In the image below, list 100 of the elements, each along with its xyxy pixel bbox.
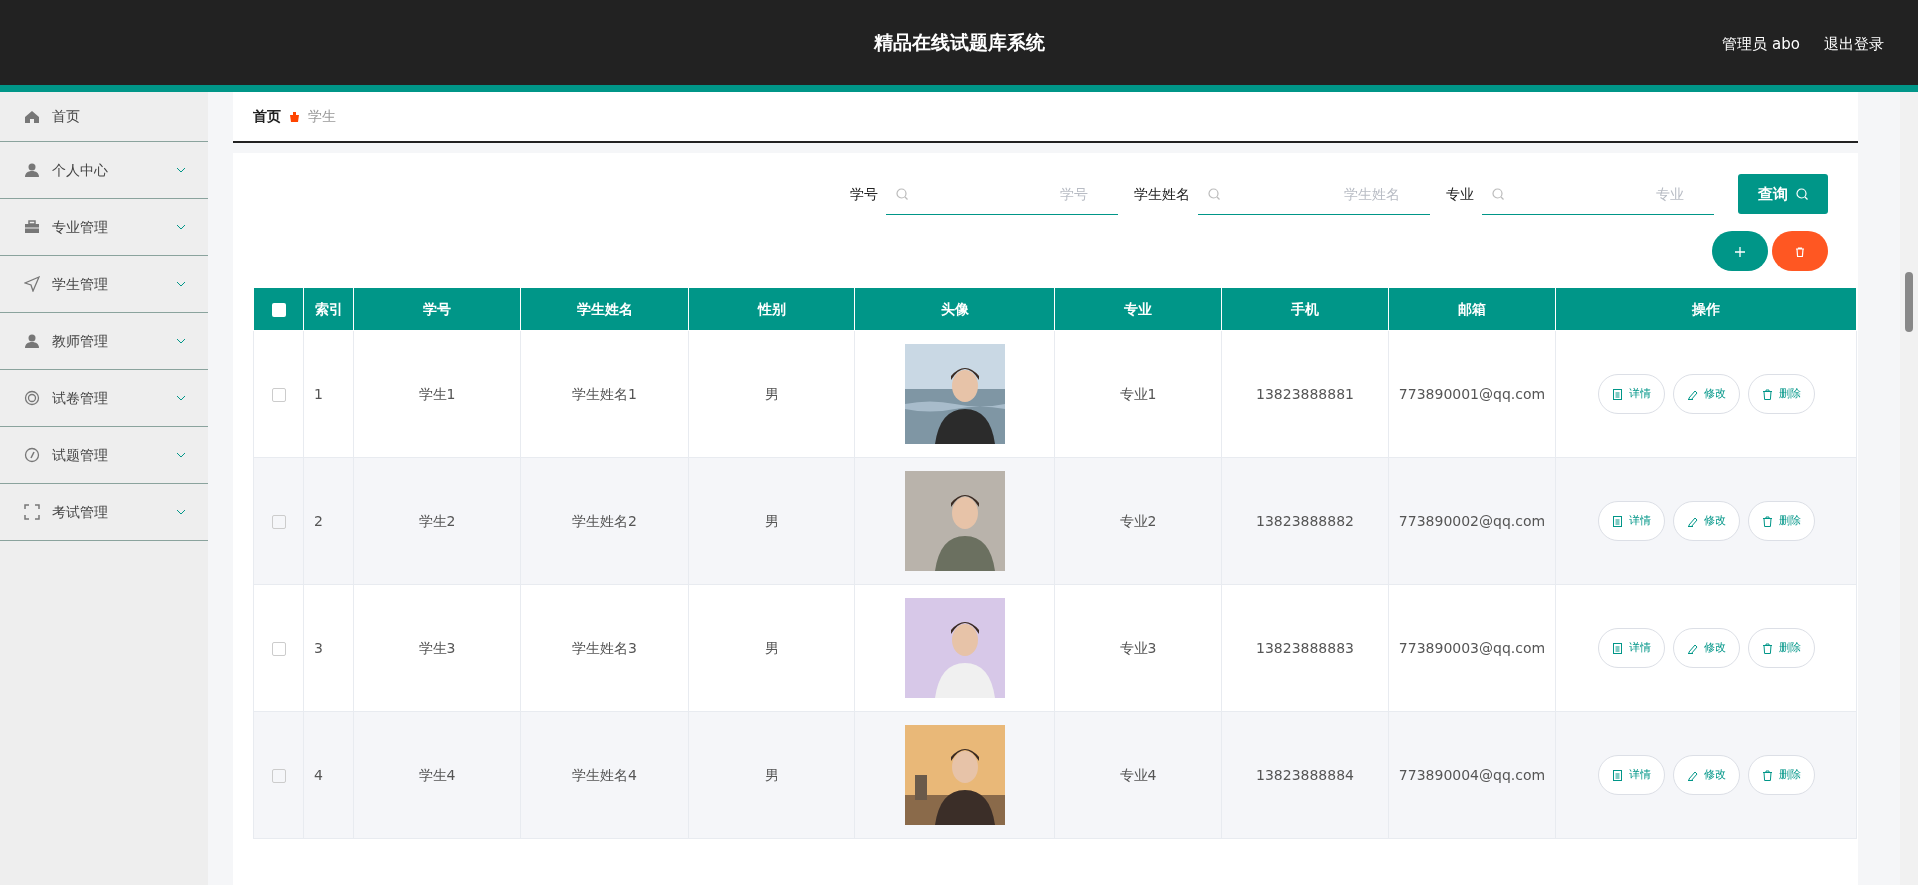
row-checkbox[interactable] <box>271 387 286 402</box>
column-header: 索引 <box>303 287 354 331</box>
search-field[interactable]: 专业 <box>1482 173 1714 215</box>
fullscreen-icon <box>24 504 40 520</box>
sidebar-item[interactable]: 学生管理 <box>0 256 208 313</box>
table-cell: 学生姓名1 <box>572 385 637 402</box>
column-header: 头像 <box>854 287 1055 331</box>
details-button[interactable]: 详情 <box>1597 374 1665 414</box>
table-cell: 学生4 <box>418 766 456 783</box>
details-button[interactable]: 详情 <box>1597 628 1665 668</box>
pencil-icon <box>1686 388 1698 400</box>
table-cell: 773890001@qq.com <box>1398 385 1546 402</box>
table-cell: 13823888881 <box>1256 385 1354 402</box>
search-icon <box>1492 188 1504 200</box>
details-button[interactable]: 详情 <box>1597 755 1665 795</box>
app-title: 精品在线试题库系统 <box>873 30 1045 56</box>
column-header: 性别 <box>688 287 855 331</box>
row-checkbox[interactable] <box>271 514 286 529</box>
trash-icon <box>1795 246 1805 257</box>
table-cell: 专业4 <box>1119 766 1157 783</box>
compass-icon <box>24 447 40 463</box>
document-icon <box>1611 769 1623 781</box>
row-checkbox[interactable] <box>271 768 286 783</box>
search-icon <box>1208 188 1220 200</box>
table-cell: 男 <box>764 385 779 402</box>
trash-icon <box>1761 515 1773 527</box>
table-cell: 773890004@qq.com <box>1398 766 1546 783</box>
briefcase-icon <box>24 219 40 235</box>
sidebar-item[interactable]: 首页 <box>0 92 208 142</box>
search-button[interactable]: 查询 <box>1738 174 1828 214</box>
plus-icon <box>1735 246 1745 257</box>
search-icon <box>1796 188 1808 200</box>
breadcrumb-link[interactable]: 学生 <box>308 106 336 127</box>
delete-button[interactable] <box>1772 231 1828 271</box>
table-cell: 学生3 <box>418 639 456 656</box>
table-cell: 男 <box>764 766 779 783</box>
user-icon <box>24 162 40 178</box>
delete-button[interactable]: 删除 <box>1747 755 1815 795</box>
table-cell: 学生姓名2 <box>572 512 637 529</box>
scrollbar-thumb[interactable] <box>1905 272 1913 332</box>
delete-button[interactable]: 删除 <box>1747 374 1815 414</box>
table-cell: 学生姓名3 <box>572 639 637 656</box>
delete-button[interactable]: 删除 <box>1747 501 1815 541</box>
table-cell: 3 <box>314 639 323 656</box>
table-cell: 男 <box>764 639 779 656</box>
breadcrumb-link[interactable]: 首页 <box>253 106 281 127</box>
table-cell: 4 <box>314 766 323 783</box>
search-icon <box>896 188 908 200</box>
user-icon <box>24 333 40 349</box>
trash-icon <box>1761 388 1773 400</box>
column-header: 学号 <box>353 287 521 331</box>
home-icon <box>24 108 40 125</box>
sidebar-item[interactable]: 专业管理 <box>0 199 208 256</box>
document-icon <box>1611 388 1623 400</box>
select-all-checkbox[interactable] <box>271 302 286 317</box>
edit-button[interactable]: 修改 <box>1672 374 1740 414</box>
pencil-icon <box>1686 769 1698 781</box>
sidebar-item[interactable]: 教师管理 <box>0 313 208 370</box>
edit-button[interactable]: 修改 <box>1672 501 1740 541</box>
sidebar-item[interactable]: 试题管理 <box>0 427 208 484</box>
column-header: 邮箱 <box>1388 287 1556 331</box>
sidebar-item[interactable]: 考试管理 <box>0 484 208 541</box>
table-cell: 男 <box>764 512 779 529</box>
user-link[interactable]: 管理员 abo <box>1722 33 1800 56</box>
logout-link[interactable]: 退出登录 <box>1824 33 1884 56</box>
lifebuoy-icon <box>24 390 40 406</box>
search-field[interactable]: 学生姓名 <box>1198 173 1430 215</box>
column-header: 专业 <box>1054 287 1222 331</box>
column-header: 操作 <box>1555 287 1857 331</box>
table-cell: 专业3 <box>1119 639 1157 656</box>
edit-button[interactable]: 修改 <box>1672 628 1740 668</box>
table-cell: 773890002@qq.com <box>1398 512 1546 529</box>
table-cell: 学生姓名4 <box>572 766 637 783</box>
sidebar-item[interactable]: 个人中心 <box>0 142 208 199</box>
table-cell: 13823888884 <box>1256 766 1354 783</box>
trash-icon <box>1761 769 1773 781</box>
document-icon <box>1611 642 1623 654</box>
table-cell: 学生2 <box>418 512 456 529</box>
table-cell: 专业1 <box>1119 385 1157 402</box>
table-cell: 773890003@qq.com <box>1398 639 1546 656</box>
table-cell: 13823888883 <box>1256 639 1354 656</box>
column-header: 学生姓名 <box>520 287 689 331</box>
add-button[interactable] <box>1712 231 1768 271</box>
table-cell: 学生1 <box>418 385 456 402</box>
send-icon <box>24 276 40 292</box>
column-header: 手机 <box>1221 287 1389 331</box>
delete-button[interactable]: 删除 <box>1747 628 1815 668</box>
edit-button[interactable]: 修改 <box>1672 755 1740 795</box>
table-cell: 2 <box>314 512 323 529</box>
separator-icon <box>289 111 300 122</box>
pencil-icon <box>1686 515 1698 527</box>
field-label: 学号 <box>850 184 878 204</box>
details-button[interactable]: 详情 <box>1597 501 1665 541</box>
search-field[interactable]: 学号 <box>886 173 1118 215</box>
table-cell: 1 <box>314 385 323 402</box>
field-label: 学生姓名 <box>1134 184 1190 204</box>
sidebar-item[interactable]: 试卷管理 <box>0 370 208 427</box>
field-label: 专业 <box>1446 184 1474 204</box>
row-checkbox[interactable] <box>271 641 286 656</box>
trash-icon <box>1761 642 1773 654</box>
